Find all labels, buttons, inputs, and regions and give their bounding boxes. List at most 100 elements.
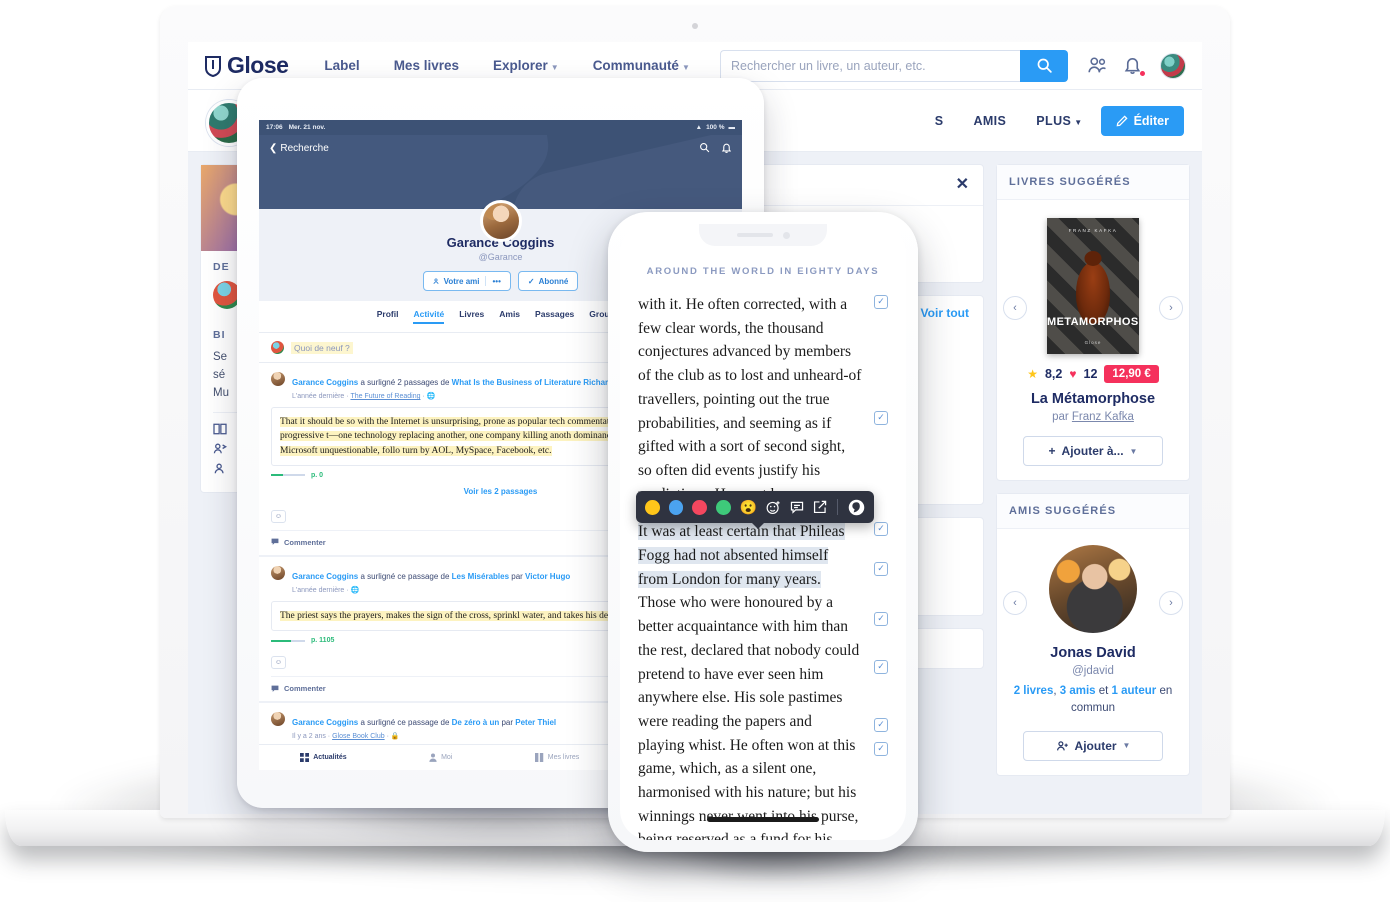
comment-label: Commenter <box>284 684 326 693</box>
note-checkbox-icon[interactable]: ✓ <box>874 522 888 537</box>
main-nav: Label Mes livres Explorer ▼ Communauté ▼ <box>324 58 689 73</box>
note-checkbox-icon[interactable]: ✓ <box>874 295 888 309</box>
common-books[interactable]: 2 livres <box>1014 685 1054 697</box>
home-indicator[interactable] <box>707 817 819 822</box>
tabbar-item-actualites[interactable]: Actualités <box>300 753 347 762</box>
bell-icon[interactable] <box>721 142 732 154</box>
common-authors[interactable]: 1 auteur <box>1112 685 1157 697</box>
phone-screen: AROUND THE WORLD IN EIGHTY DAYS with it.… <box>620 224 906 840</box>
reader-paragraph[interactable]: with it. He often corrected, with a few … <box>638 293 888 506</box>
note-checkbox-icon[interactable]: ✓ <box>874 718 888 733</box>
glose-icon[interactable] <box>848 499 865 516</box>
search-input[interactable]: Rechercher un livre, un auteur, etc. <box>720 49 1020 82</box>
suggested-friends-heading: AMIS SUGGÉRÉS <box>997 494 1189 529</box>
friends-carousel-next-button[interactable]: › <box>1159 591 1183 615</box>
post-avatar[interactable] <box>271 372 285 386</box>
add-reaction-button[interactable]: ☺ <box>271 656 286 669</box>
note-checkbox-icon[interactable]: ✓ <box>874 562 888 577</box>
chevron-down-icon: ▼ <box>1074 117 1083 127</box>
nav-item-label[interactable]: Label <box>324 58 359 73</box>
note-checkbox-icon[interactable]: ✓ <box>874 411 888 425</box>
nav-item-communaute[interactable]: Communauté ▼ <box>593 58 690 73</box>
post-user[interactable]: Garance Coggins <box>292 378 358 387</box>
post-avatar[interactable] <box>271 712 285 726</box>
author-icon <box>214 463 224 474</box>
reaction-emoji-icon[interactable]: 😮 <box>740 500 757 514</box>
post-avatar[interactable] <box>271 565 285 580</box>
post-author[interactable]: Peter Thiel <box>515 718 556 727</box>
book-cover-metamorphose[interactable]: FRANZ KAFKA METAMORPHOSIS Glose <box>1047 218 1139 354</box>
tablet-profile-avatar[interactable] <box>479 200 522 242</box>
post-time: L'année dernière <box>292 586 345 594</box>
star-icon: ★ <box>1027 367 1038 381</box>
carousel-prev-button[interactable]: ‹ <box>1003 296 1027 320</box>
divider <box>837 499 838 515</box>
share-icon[interactable] <box>813 500 827 514</box>
friend-status-button[interactable]: Votre ami ••• <box>422 271 511 291</box>
tab-amis[interactable]: AMIS <box>973 114 1006 128</box>
post-book[interactable]: Les Misérables <box>452 572 509 581</box>
book-rating: 8,2 <box>1044 367 1063 381</box>
tab-amis[interactable]: Amis <box>499 309 520 324</box>
reader-paragraph-selected[interactable]: It was at least certain that Phileas Fog… <box>638 520 888 840</box>
book-author-link[interactable]: Franz Kafka <box>1072 411 1134 423</box>
friend-avatar[interactable] <box>1049 545 1137 633</box>
tab-passages[interactable]: S <box>935 114 944 128</box>
nav-label-text: Communauté <box>592 58 679 73</box>
following-button[interactable]: ✓ Abonné <box>517 271 579 291</box>
common-and: et <box>1095 685 1112 697</box>
post-author[interactable]: Victor Hugo <box>525 572 570 581</box>
more-options-icon[interactable]: ••• <box>492 277 500 286</box>
friends-carousel-prev-button[interactable]: ‹ <box>1003 591 1027 615</box>
back-button[interactable]: ❮ Recherche <box>269 143 329 154</box>
compose-placeholder[interactable]: Quoi de neuf ? <box>291 341 353 354</box>
search-button[interactable] <box>1020 49 1068 82</box>
back-label: Recherche <box>280 142 329 154</box>
edit-label: Éditer <box>1133 113 1169 128</box>
comment-button[interactable]: Commenter <box>271 538 326 547</box>
tab-profil[interactable]: Profil <box>377 309 399 324</box>
post-book[interactable]: What Is the Business of Literature <box>452 378 581 387</box>
comment-button[interactable]: Commenter <box>271 684 326 693</box>
add-friend-button[interactable]: Ajouter ▼ <box>1023 730 1163 761</box>
nav-item-mes-livres[interactable]: Mes livres <box>394 58 459 73</box>
book-title[interactable]: La Métamorphose <box>1007 391 1179 407</box>
friend-name[interactable]: Jonas David <box>1007 645 1179 661</box>
highlight-color-blue[interactable] <box>668 499 684 515</box>
user-avatar[interactable] <box>1160 52 1186 79</box>
add-book-button[interactable]: + Ajouter à... ▼ <box>1023 436 1163 466</box>
comment-icon[interactable] <box>790 501 804 514</box>
chevron-down-icon: ▼ <box>1122 741 1131 750</box>
post-context[interactable]: Glose Book Club <box>332 733 385 740</box>
tab-activite[interactable]: Activité <box>413 309 445 324</box>
common-friends[interactable]: 3 amis <box>1060 685 1096 697</box>
tab-livres[interactable]: Livres <box>459 309 484 324</box>
search-icon[interactable] <box>699 142 710 153</box>
glose-logo[interactable]: Glose <box>204 52 289 79</box>
nav-item-explorer[interactable]: Explorer ▼ <box>493 58 559 73</box>
highlight-color-yellow[interactable] <box>645 499 660 515</box>
tab-passages[interactable]: Passages <box>535 309 574 324</box>
book-price-badge[interactable]: 12,90 € <box>1104 365 1159 383</box>
edit-profile-button[interactable]: Éditer <box>1100 105 1184 136</box>
note-checkbox-icon[interactable]: ✓ <box>874 742 888 757</box>
notifications-bell-icon[interactable] <box>1123 55 1146 77</box>
tabbar-item-mes-livres[interactable]: Mes livres <box>534 753 579 762</box>
carousel-next-button[interactable]: › <box>1159 296 1183 320</box>
friends-icon[interactable] <box>1086 55 1108 77</box>
post-book[interactable]: De zéro à un <box>452 718 500 727</box>
highlight-color-green[interactable] <box>715 499 731 515</box>
post-user[interactable]: Garance Coggins <box>292 718 358 727</box>
note-checkbox-icon[interactable]: ✓ <box>874 612 888 627</box>
note-checkbox-icon[interactable]: ✓ <box>874 660 888 675</box>
tabbar-item-moi[interactable]: Moi <box>429 753 452 762</box>
emoji-add-icon[interactable] <box>766 500 781 515</box>
post-context[interactable]: The Future of Reading <box>350 393 420 400</box>
highlight-color-red[interactable] <box>692 499 707 515</box>
post-user[interactable]: Garance Coggins <box>292 572 358 581</box>
book-likes: 12 <box>1083 367 1098 381</box>
suggested-friends-body: ‹ › Jonas David @jdavid 2 livres, 3 amis… <box>997 529 1189 775</box>
tab-plus[interactable]: PLUS ▼ <box>1036 114 1082 128</box>
add-reaction-button[interactable]: ☺ <box>271 509 286 523</box>
close-icon[interactable]: ✕ <box>956 177 969 193</box>
